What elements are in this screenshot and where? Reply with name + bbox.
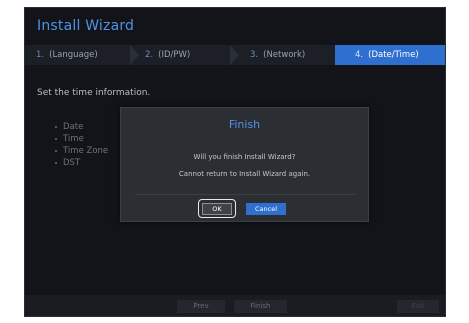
section-title: Set the time information. [37,88,151,98]
field-dst: DST [55,157,108,169]
step-date-time[interactable]: 4. (Date/Time) [335,45,445,65]
wizard-steps: 1. (Language) 2. (ID/PW) 3. (Network) 4. (Da… [25,45,445,65]
step-arrow-icon [230,45,239,65]
dialog-divider [135,194,356,195]
step-label: (Network) [263,50,306,60]
install-wizard-window: Install Wizard 1. (Language) 2. (ID/PW) 3.… [24,7,446,317]
time-field-list: Date Time Time Zone DST [55,121,108,169]
finish-dialog: Finish Will you finish Install Wizard? C… [120,107,369,222]
step-arrow-icon [326,45,335,65]
finish-button[interactable]: Finish [234,300,287,313]
prev-button[interactable]: Prev [177,300,225,313]
wizard-title: Install Wizard [37,18,135,34]
step-label: (Date/Time) [368,50,419,60]
step-network[interactable]: 3. (Network) [232,45,335,65]
exit-button[interactable]: Exit [397,300,439,313]
dialog-title: Finish [228,118,261,131]
footer-bar: Prev Finish Exit [25,295,445,316]
step-arrow-icon [130,45,139,65]
step-id-pw[interactable]: 2. (ID/PW) [132,45,232,65]
step-number: 1. [36,50,45,60]
step-number: 3. [250,50,259,60]
dialog-message: Will you finish Install Wizard? [193,153,296,161]
field-time-zone: Time Zone [55,145,108,157]
ok-button[interactable]: OK [202,202,232,215]
step-number: 2. [145,50,154,60]
field-time: Time [55,133,108,145]
dialog-warning: Cannot return to Install Wizard again. [178,170,311,178]
step-language[interactable]: 1. (Language) [25,45,132,65]
step-label: (ID/PW) [158,50,191,60]
step-label: (Language) [49,50,98,60]
ok-button-focus-ring: OK [198,199,236,218]
step-number: 4. [355,50,364,60]
cancel-button[interactable]: Cancel [246,203,286,215]
field-date: Date [55,121,108,133]
